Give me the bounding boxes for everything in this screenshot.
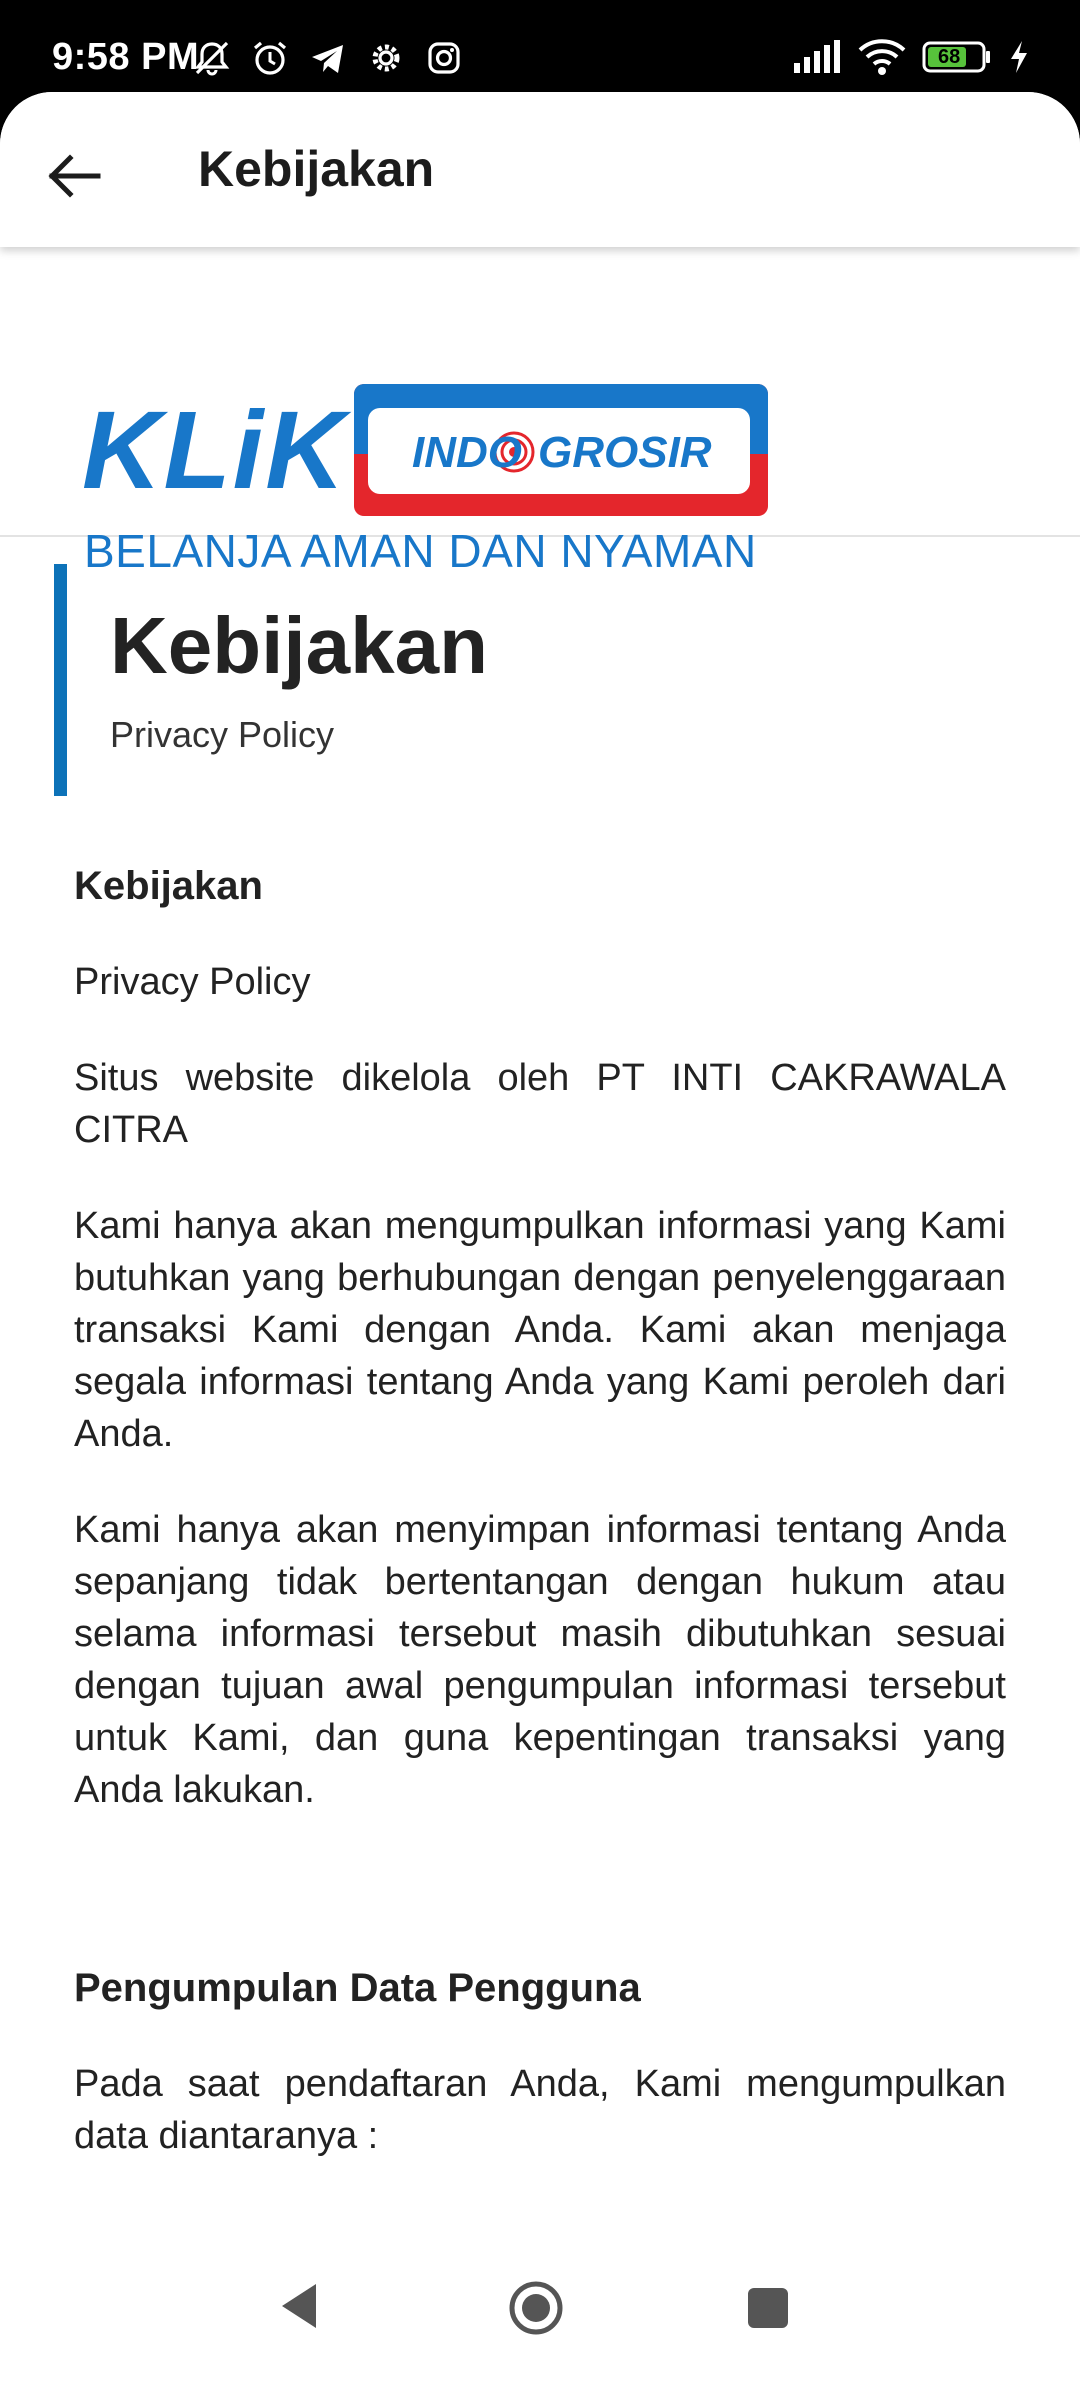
paragraph: Kami hanya akan menyimpan informasi tent…	[74, 1509, 1006, 1811]
page-title: Kebijakan	[110, 601, 488, 690]
status-bar: 9:58 PM 68	[0, 0, 1080, 92]
instagram-icon	[424, 38, 464, 78]
section-heading: Kebijakan	[74, 864, 263, 908]
app-bar-title: Kebijakan	[198, 141, 435, 197]
logo-grosir-text: GROSIR	[538, 428, 712, 477]
page-subtitle: Privacy Policy	[110, 714, 335, 755]
logo-klik-text: KLiK	[82, 389, 347, 512]
back-button[interactable]	[36, 136, 116, 216]
telegram-icon	[308, 38, 348, 78]
page-heading: Kebijakan Privacy Policy	[54, 564, 1014, 796]
status-time: 9:58 PM	[52, 36, 200, 78]
status-right-icons: 68	[792, 38, 1030, 80]
nav-home-button[interactable]	[506, 2278, 566, 2342]
logo: KLiK INDO GROSIR BELANJA AMAN DAN NYAMAN	[82, 384, 768, 577]
nav-home-icon	[509, 2281, 563, 2335]
paragraph: Situs website dikelola oleh PT INTI CAKR…	[74, 1057, 1006, 1151]
nav-back-button[interactable]	[276, 2280, 324, 2336]
battery-icon: 68	[922, 40, 992, 78]
nav-recents-button[interactable]	[746, 2286, 790, 2334]
policy-content: Kebijakan Privacy Policy Situs website d…	[74, 860, 1006, 2162]
logo-indo-text: INDO	[412, 428, 522, 477]
nav-back-icon	[282, 2284, 316, 2328]
screen: Kebijakan KLiK INDO GROSIR BELANJA AMAN …	[0, 92, 1080, 2400]
signal-icon	[792, 39, 842, 79]
battery-level: 68	[938, 46, 961, 68]
nav-recents-icon	[748, 2288, 788, 2328]
heading-accent-bar	[54, 564, 67, 796]
charging-icon	[1008, 39, 1030, 79]
settings-icon	[366, 38, 406, 78]
arrow-left-icon	[48, 154, 101, 198]
section-heading: Pengumpulan Data Pengguna	[74, 1966, 641, 2010]
paragraph: Pada saat pendaftaran Anda, Kami mengump…	[74, 2063, 1006, 2157]
paragraph: Privacy Policy	[74, 961, 311, 1003]
status-left-icons	[192, 38, 464, 78]
brand-banner: KLiK INDO GROSIR BELANJA AMAN DAN NYAMAN	[0, 247, 1080, 577]
mute-bell-icon	[192, 38, 232, 78]
paragraph: Kami hanya akan mengumpulkan informasi y…	[74, 1205, 1006, 1455]
wifi-icon	[858, 38, 906, 80]
system-nav-bar	[0, 2224, 1080, 2400]
app-bar: Kebijakan	[0, 92, 1080, 247]
alarm-icon	[250, 38, 290, 78]
